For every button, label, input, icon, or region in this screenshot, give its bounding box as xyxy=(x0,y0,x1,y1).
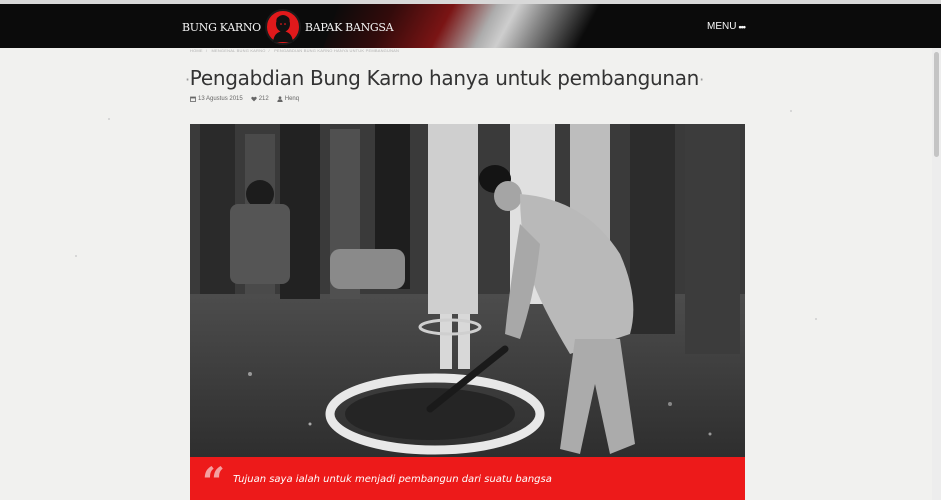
site-header: Bung Karno Bapak Bangsa MENU ••• xyxy=(0,4,941,48)
breadcrumb-home[interactable]: Home xyxy=(190,48,203,53)
article-likes: 212 xyxy=(258,96,269,102)
meta-likes[interactable]: 212 xyxy=(251,96,269,102)
article-date: 13 Agustus 2015 xyxy=(198,96,243,102)
heart-icon xyxy=(251,96,257,102)
menu-label: MENU xyxy=(707,21,737,32)
calendar-icon xyxy=(190,96,196,102)
article-title: ·Pengabdian Bung Karno hanya untuk pemba… xyxy=(185,66,704,90)
article-meta: 13 Agustus 2015 212 Henq xyxy=(190,96,299,102)
meta-author[interactable]: Henq xyxy=(277,96,299,102)
article-title-text: Pengabdian Bung Karno hanya untuk pemban… xyxy=(189,66,700,90)
breadcrumb: Home / Mengenal Bung Karno / Pengabdian Bu… xyxy=(190,48,400,53)
pull-quote: “ Tujuan saya ialah untuk menjadi pemban… xyxy=(190,457,745,500)
breadcrumb-current: Pengabdian Bung Karno hanya untuk pemban… xyxy=(274,48,400,53)
brand-right-text: Bapak Bangsa xyxy=(304,20,394,34)
quote-icon: “ xyxy=(202,459,226,500)
meta-date: 13 Agustus 2015 xyxy=(190,96,243,102)
title-dot-right: · xyxy=(699,70,704,89)
quote-text: Tujuan saya ialah untuk menjadi pembangu… xyxy=(233,474,552,485)
background-speck xyxy=(790,110,792,112)
background-speck xyxy=(815,318,817,320)
menu-button[interactable]: MENU ••• xyxy=(707,21,746,32)
menu-dots-icon: ••• xyxy=(738,21,746,32)
article-photo xyxy=(190,124,745,457)
portrait-logo-icon xyxy=(264,9,301,45)
scrollbar-thumb[interactable] xyxy=(934,52,939,157)
site-logo[interactable]: Bung Karno Bapak Bangsa xyxy=(182,8,394,46)
background-speck xyxy=(75,255,77,257)
scrollbar[interactable] xyxy=(932,48,941,500)
user-icon xyxy=(277,96,283,102)
brand-left-text: Bung Karno xyxy=(182,20,261,34)
article-author: Henq xyxy=(284,96,300,102)
breadcrumb-category[interactable]: Mengenal Bung Karno xyxy=(211,48,265,53)
background-speck xyxy=(108,118,110,120)
